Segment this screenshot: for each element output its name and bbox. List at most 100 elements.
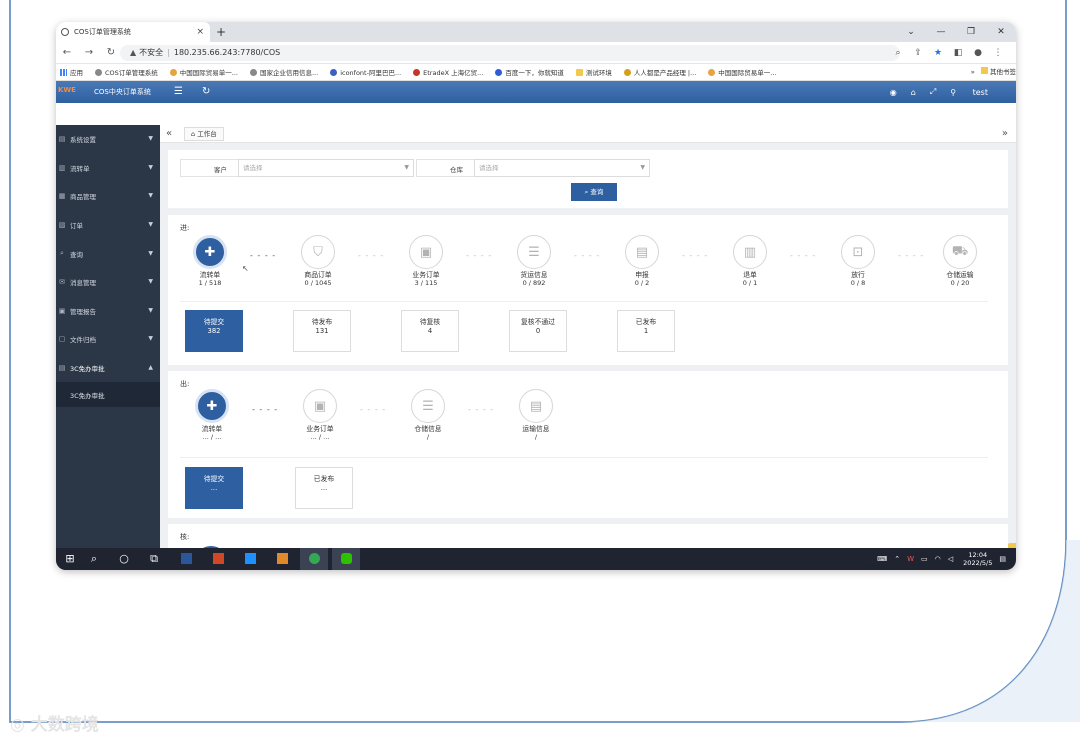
status-out-pending-submit[interactable]: 待提交... bbox=[185, 467, 243, 509]
globe-icon bbox=[95, 68, 102, 76]
bookmark-item[interactable]: 中国国际贸易单一... bbox=[169, 67, 238, 77]
back-icon[interactable]: ← bbox=[56, 42, 78, 64]
new-tab-button[interactable]: + bbox=[216, 22, 226, 42]
connector: - - - - bbox=[250, 251, 277, 260]
scroll-left-icon[interactable]: « bbox=[166, 125, 172, 143]
sidebar-item-system-settings[interactable]: ▤ 系统设置 ▼ bbox=[56, 125, 160, 154]
tab-workbench[interactable]: ⌂ 工作台 bbox=[184, 127, 224, 141]
sidebar-item-archive[interactable]: ▢ 文件归档 ▼ bbox=[56, 325, 160, 354]
notification-icon[interactable]: ▤ bbox=[999, 555, 1006, 563]
warehouse-select[interactable]: 请选择 ▼ bbox=[474, 159, 650, 177]
sidebar-item-goods[interactable]: ▦ 商品管理 ▼ bbox=[56, 182, 160, 211]
status-pending-submit[interactable]: 待提交 382 bbox=[185, 310, 243, 352]
restore-icon[interactable]: ❐ bbox=[956, 22, 986, 42]
wifi-icon[interactable]: ◠ bbox=[935, 555, 941, 563]
bookmark-item[interactable]: 中国国际贸易单一... bbox=[708, 67, 776, 77]
tray-app-icon[interactable]: W bbox=[907, 555, 914, 563]
bookmark-item[interactable]: 应用 bbox=[60, 67, 83, 77]
sidebar-item-messages[interactable]: ✉ 消息管理 ▼ bbox=[56, 268, 160, 297]
order-icon: ▧ bbox=[58, 221, 66, 230]
car-icon: ⛟ bbox=[943, 235, 977, 269]
task-view-icon[interactable]: ⧉ bbox=[140, 548, 168, 570]
scroll-right-icon[interactable]: » bbox=[1002, 125, 1008, 143]
filter-panel: 客户 请选择 ▼ 仓库 请选择 ▼ ⌕ 查询 bbox=[168, 150, 1008, 208]
chevron-down-icon: ▼ bbox=[148, 221, 153, 229]
forward-icon[interactable]: → bbox=[78, 42, 100, 64]
app-icon[interactable] bbox=[236, 548, 264, 570]
chevron-down-icon: ▼ bbox=[148, 278, 153, 286]
minimize-icon[interactable]: — bbox=[926, 22, 956, 42]
kebab-menu-icon[interactable]: ⋮ bbox=[988, 42, 1008, 64]
sidebar-item-reports[interactable]: ▣ 管理报告 ▼ bbox=[56, 297, 160, 326]
query-button[interactable]: ⌕ 查询 bbox=[571, 183, 617, 201]
sidebar-subitem-3c-approval[interactable]: 3C免办审批 bbox=[56, 382, 160, 408]
status-published[interactable]: 已发布 1 bbox=[617, 310, 675, 352]
fullscreen-icon[interactable]: ⤢ bbox=[930, 87, 936, 97]
powerpoint-icon[interactable] bbox=[204, 548, 232, 570]
wechat-icon[interactable] bbox=[332, 548, 360, 570]
chrome-icon[interactable] bbox=[300, 548, 328, 570]
bookmark-item[interactable]: EtradeX 上海亿贸... bbox=[413, 67, 483, 77]
bookmark-item[interactable]: 测试环境 bbox=[575, 67, 612, 77]
bookmark-item[interactable]: 百度一下，你就知道 bbox=[495, 67, 564, 77]
share-icon[interactable]: ⇪ bbox=[908, 42, 928, 64]
step-out-business-order[interactable]: ▣ 业务订单... / ... bbox=[290, 389, 350, 441]
status-review-failed[interactable]: 复核不通过 0 bbox=[509, 310, 567, 352]
sidebar-item-orders[interactable]: ▧ 订单 ▼ bbox=[56, 211, 160, 240]
close-tab-icon[interactable]: × bbox=[196, 22, 204, 42]
step-out-flow-order[interactable]: ✚ 流转单... / ... bbox=[182, 389, 242, 441]
status-pending-publish[interactable]: 待发布 131 bbox=[293, 310, 351, 352]
bookmark-item[interactable]: 人人都是产品经理 |... bbox=[623, 67, 696, 77]
browser-tab[interactable]: COS订单管理系统 × bbox=[56, 22, 210, 42]
step-return[interactable]: ▥ 退单 0 / 1 bbox=[720, 235, 780, 287]
tab-search-icon[interactable]: ⌄ bbox=[896, 22, 926, 42]
bookmark-item[interactable]: 国家企业信用信息... bbox=[249, 67, 318, 77]
tray-up-icon[interactable]: ⌃ bbox=[894, 555, 900, 563]
main-content: « ⌂ 工作台 » 客户 请选择 ▼ 仓库 请选择 ▼ ⌕ 查询 进: ✚ 流转单 1 … bbox=[160, 125, 1016, 570]
step-business-order[interactable]: ▣ 业务订单 3 / 115 bbox=[396, 235, 456, 287]
url-field[interactable]: ▲ 不安全 | 180.235.66.243:7780/COS bbox=[120, 45, 900, 61]
chevron-down-icon: ▼ bbox=[148, 192, 153, 200]
bookmark-star-icon[interactable]: ★ bbox=[928, 42, 948, 64]
cortana-icon[interactable]: ○ bbox=[110, 548, 138, 570]
zoom-icon[interactable]: ⌕ bbox=[888, 42, 908, 64]
skin-icon[interactable]: ◉ bbox=[890, 88, 897, 97]
step-freight-info[interactable]: ☰ 货运信息 0 / 892 bbox=[504, 235, 564, 287]
user-menu[interactable]: ⚲ test bbox=[950, 88, 1002, 97]
app-icon[interactable] bbox=[268, 548, 296, 570]
sidebar: ▤ 系统设置 ▼ ▥ 流转单 ▼ ▦ 商品管理 ▼ ▧ 订单 ▼ ⌕ 查询 ▼ ✉ 消息管理 ▼ ▣ 管理… bbox=[56, 125, 160, 570]
profile-icon[interactable]: ● bbox=[968, 42, 988, 64]
connector: - - - - bbox=[468, 405, 495, 414]
menu-toggle-icon[interactable]: ☰ bbox=[174, 81, 183, 103]
close-window-icon[interactable]: ✕ bbox=[986, 22, 1016, 42]
step-flow-order[interactable]: ✚ 流转单 1 / 518 bbox=[180, 235, 240, 287]
sidebar-item-query[interactable]: ⌕ 查询 ▼ bbox=[56, 239, 160, 268]
bookmark-item[interactable]: COS订单管理系统 bbox=[95, 67, 158, 77]
reload-icon[interactable]: ↻ bbox=[100, 42, 122, 64]
step-declaration[interactable]: ▤ 申报 0 / 2 bbox=[612, 235, 672, 287]
sidebar-item-flow-orders[interactable]: ▥ 流转单 ▼ bbox=[56, 154, 160, 183]
sidepanel-icon[interactable]: ◧ bbox=[948, 42, 968, 64]
other-bookmarks[interactable]: » 其他书签 bbox=[966, 64, 1016, 80]
clock[interactable]: 12:04 2022/5/5 bbox=[963, 551, 992, 567]
step-storage-transport[interactable]: ⛟ 仓储运输 0 / 20 bbox=[930, 235, 990, 287]
customer-select[interactable]: 请选择 ▼ bbox=[238, 159, 414, 177]
step-release[interactable]: ⊡ 放行 0 / 8 bbox=[828, 235, 888, 287]
step-goods-order[interactable]: ⛉ 商品订单 0 / 1045 bbox=[288, 235, 348, 287]
volume-icon[interactable]: ◁ bbox=[948, 555, 953, 563]
bookmark-item[interactable]: iconfont-阿里巴巴... bbox=[330, 67, 401, 77]
tag-icon[interactable]: ⌂ bbox=[911, 88, 916, 97]
sidebar-item-3c-approval[interactable]: ▤ 3C免办审批 ▲ bbox=[56, 354, 160, 383]
word-icon[interactable] bbox=[172, 548, 200, 570]
step-out-storage-info[interactable]: ☰ 仓储信息 / bbox=[398, 389, 458, 441]
status-pending-review[interactable]: 待复核 4 bbox=[401, 310, 459, 352]
step-out-transport-info[interactable]: ▤ 运输信息 / bbox=[506, 389, 566, 441]
keyboard-icon[interactable]: ⌨ bbox=[877, 555, 887, 563]
status-out-published[interactable]: 已发布... bbox=[295, 467, 353, 509]
nav-buttons: ← → ↻ bbox=[56, 42, 122, 64]
briefcase-icon: ▣ bbox=[409, 235, 443, 269]
refresh-icon[interactable]: ↻ bbox=[202, 81, 210, 103]
warning-icon: ▲ bbox=[130, 48, 137, 57]
search-icon[interactable]: ⌕ bbox=[80, 548, 108, 570]
battery-icon[interactable]: ▭ bbox=[921, 555, 928, 563]
